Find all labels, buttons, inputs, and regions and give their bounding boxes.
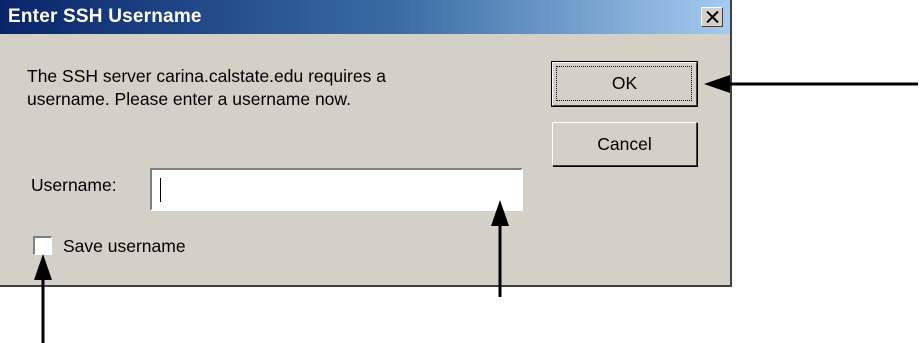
close-button[interactable]	[701, 7, 723, 27]
arrow-to-ok-button-icon	[704, 75, 918, 93]
cancel-button[interactable]: Cancel	[552, 122, 697, 166]
username-label: Username:	[31, 175, 117, 195]
dialog-title: Enter SSH Username	[8, 6, 202, 27]
ssh-username-dialog: Enter SSH Username The SSH server carina…	[0, 0, 732, 287]
arrow-to-checkbox-icon	[34, 254, 52, 343]
title-bar[interactable]: Enter SSH Username	[0, 0, 730, 34]
username-input[interactable]	[150, 168, 523, 211]
focus-rect	[556, 66, 692, 101]
screenshot-stage: Enter SSH Username The SSH server carina…	[0, 0, 921, 343]
arrow-to-username-input-icon	[491, 200, 509, 297]
cancel-button-label: Cancel	[597, 134, 652, 154]
ok-button[interactable]: OK	[551, 61, 698, 107]
message-line-1: The SSH server carina.calstate.edu requi…	[27, 66, 386, 86]
message-line-2: username. Please enter a username now.	[27, 89, 351, 109]
save-username-label[interactable]: Save username	[63, 234, 186, 258]
dialog-message: The SSH server carina.calstate.edu requi…	[27, 65, 497, 111]
close-icon	[706, 11, 719, 23]
text-caret	[160, 178, 161, 202]
